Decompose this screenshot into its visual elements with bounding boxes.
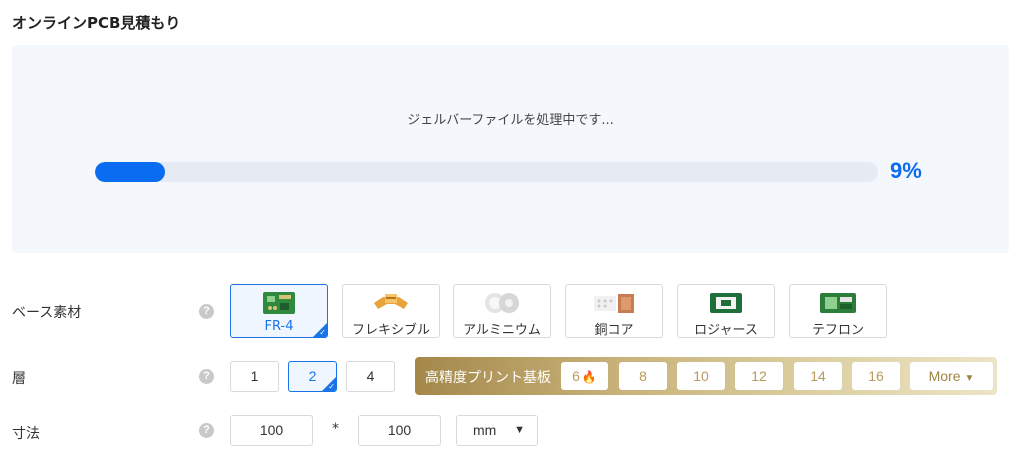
hd-layer-option-14[interactable]: 14 (794, 362, 842, 390)
flexible-board-icon (374, 294, 408, 309)
unit-select[interactable]: mm ▼ (456, 415, 538, 446)
upload-status-text: ジェルバーファイルを処理中です... (407, 113, 614, 128)
high-precision-title: 高精度プリント基板 (425, 370, 551, 386)
dimension-separator: * (332, 421, 339, 437)
copper-core-board-icon (594, 294, 634, 313)
material-option-label: ロジャース (694, 323, 758, 338)
progress-bar-fill (95, 162, 166, 182)
more-label: More (928, 368, 961, 384)
material-option-label: フレキシブル (351, 323, 430, 338)
hd-layer-option-8[interactable]: 8 (619, 362, 667, 390)
material-option-aluminum[interactable]: アルミニウム (453, 284, 551, 338)
hd-layer-option-12[interactable]: 12 (735, 362, 783, 390)
width-input[interactable]: 100 (230, 415, 313, 446)
height-input[interactable]: 100 (358, 415, 441, 446)
layer-option-2[interactable]: 2 ✓ (288, 361, 337, 392)
base-material-help-icon[interactable]: ? (199, 304, 214, 319)
check-icon: ✓ (328, 382, 335, 391)
base-material-label: ベース素材 (12, 305, 82, 321)
layer-option-1[interactable]: 1 (230, 361, 279, 392)
layers-help-icon[interactable]: ? (199, 369, 214, 384)
material-option-rogers[interactable]: ロジャース (677, 284, 775, 338)
more-layers-button[interactable]: More ▼ (910, 362, 993, 390)
progress-bar-track (95, 162, 878, 182)
material-option-label: テフロン (811, 323, 864, 338)
progress-percentage: 9% (890, 158, 922, 183)
material-option-label: アルミニウム (463, 323, 541, 338)
layer-option-4[interactable]: 4 (346, 361, 395, 392)
layer-option-label: 2 (308, 368, 317, 384)
hd-layer-label: 6 (572, 368, 580, 384)
upload-progress-panel: ジェルバーファイルを処理中です... 9% (12, 45, 1009, 253)
hd-layer-option-6[interactable]: 6 🔥 (561, 362, 608, 390)
fr4-board-icon (263, 292, 295, 314)
material-option-fr4[interactable]: FR-4 ✓ (230, 284, 328, 338)
material-option-copper-core[interactable]: 銅コア (565, 284, 663, 338)
aluminum-board-icon (485, 293, 519, 313)
unit-value: mm (473, 422, 497, 438)
layers-label: 層 (12, 371, 26, 387)
caret-down-icon: ▼ (964, 373, 975, 384)
material-option-label: 銅コア (594, 323, 634, 338)
teflon-board-icon (820, 293, 856, 313)
material-option-flexible[interactable]: フレキシブル (342, 284, 440, 338)
rogers-board-icon (710, 293, 742, 313)
material-option-teflon[interactable]: テフロン (789, 284, 887, 338)
page-title: オンラインPCB見積もり (12, 14, 181, 32)
check-icon: ✓ (319, 328, 326, 337)
dimensions-label: 寸法 (12, 426, 40, 442)
dimensions-help-icon[interactable]: ? (199, 423, 214, 438)
fire-icon: 🔥 (581, 370, 597, 384)
hd-layer-option-16[interactable]: 16 (852, 362, 900, 390)
high-precision-pcb-bar: 高精度プリント基板 6 🔥 8 10 12 14 16 More ▼ (415, 357, 997, 395)
hd-layer-option-10[interactable]: 10 (677, 362, 725, 390)
caret-down-icon: ▼ (514, 424, 525, 436)
